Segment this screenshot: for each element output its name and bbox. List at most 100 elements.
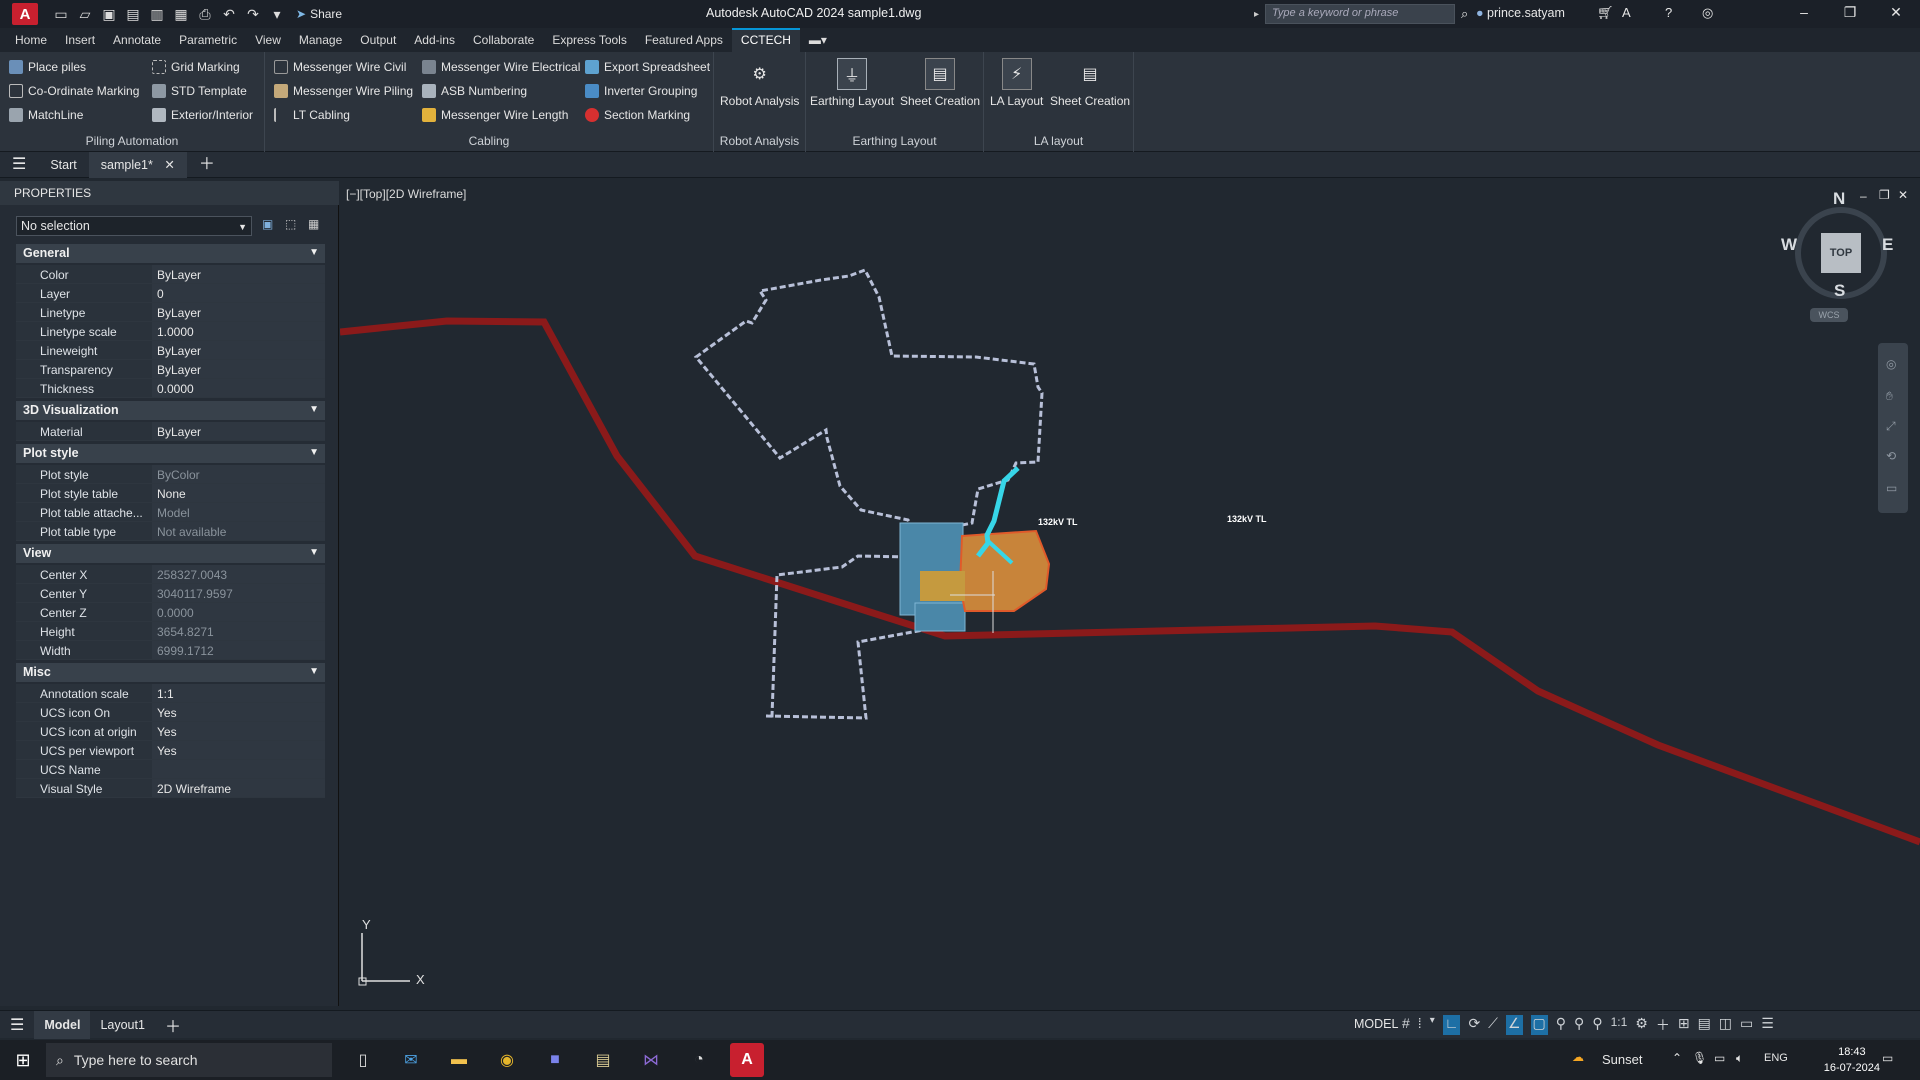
matchline-button[interactable]: MatchLine [9, 108, 83, 122]
tab-collaborate[interactable]: Collaborate [464, 28, 543, 52]
save-web-icon[interactable]: ▦ [172, 5, 190, 23]
prop-value[interactable]: 2D Wireframe [152, 779, 325, 797]
prop-value[interactable]: 0.0000 [152, 379, 325, 397]
compass-south[interactable]: S [1834, 281, 1845, 301]
isolate-objects-icon[interactable]: ◫ [1719, 1015, 1732, 1035]
prop-row[interactable]: Lineweight ByLayer [16, 341, 325, 360]
mail-icon[interactable]: ✉ [394, 1043, 428, 1077]
tab-home[interactable]: Home [6, 28, 56, 52]
prop-row[interactable]: Visual Style 2D Wireframe [16, 779, 325, 798]
redo-icon[interactable]: ↷ [244, 5, 262, 23]
prop-row[interactable]: Width 6999.1712 [16, 641, 325, 660]
messenger-wire-length-button[interactable]: Messenger Wire Length [422, 108, 568, 122]
tray-chevron-icon[interactable]: ⌃ [1672, 1051, 1682, 1065]
prop-value[interactable] [152, 760, 325, 778]
lt-cabling-button[interactable]: LT Cabling [274, 108, 350, 122]
grid-marking-button[interactable]: Grid Marking [152, 60, 240, 74]
notifications-icon[interactable]: ▭ [1882, 1051, 1893, 1065]
asb-numbering-button[interactable]: ASB Numbering [422, 84, 527, 98]
app-clock-icon[interactable]: ◔ [682, 1043, 716, 1077]
orbit-icon[interactable]: ⟲ [1886, 449, 1896, 463]
selection-dropdown[interactable]: No selection ▼ [16, 216, 252, 236]
prop-value[interactable]: Yes [152, 741, 325, 759]
steering-wheel-icon[interactable]: ◎ [1886, 357, 1896, 371]
prop-value[interactable]: 1.0000 [152, 322, 325, 340]
annotation-monitor-icon[interactable]: ＋ [1656, 1015, 1670, 1035]
windows-start-icon[interactable]: ⊞ [0, 1040, 46, 1080]
prop-row[interactable]: Layer 0 [16, 284, 325, 303]
search-icon[interactable]: ⌕ [1461, 6, 1468, 22]
viewcube-top-face[interactable]: TOP [1821, 233, 1861, 273]
messenger-wire-electrical-button[interactable]: Messenger Wire Electrical [422, 60, 580, 74]
customize-icon[interactable]: ▾ [268, 5, 286, 23]
volume-icon[interactable]: 🔈︎ [1736, 1051, 1743, 1066]
chrome-icon[interactable]: ◉ [490, 1043, 524, 1077]
inverter-grouping-button[interactable]: Inverter Grouping [585, 84, 697, 98]
zoom-extents-icon[interactable]: ⤢ [1886, 419, 1896, 434]
prop-row[interactable]: Plot style table None [16, 484, 325, 503]
prop-value[interactable]: 258327.0043 [152, 565, 325, 583]
menu-icon[interactable]: ☰ [0, 152, 38, 178]
tab-layout1[interactable]: Layout1 [90, 1018, 154, 1032]
share-button[interactable]: ➤ Share [296, 7, 342, 21]
prop-value[interactable]: Not available [152, 522, 325, 540]
clock[interactable]: 18:43 16-07-2024 [1824, 1044, 1880, 1076]
prop-value[interactable]: 3654.8271 [152, 622, 325, 640]
prop-value[interactable]: ByLayer [152, 303, 325, 321]
tab-add-ins[interactable]: Add-ins [405, 28, 464, 52]
tab-annotate[interactable]: Annotate [104, 28, 170, 52]
collapse-icon[interactable]: ▼ [309, 547, 319, 558]
coordinate-marking-button[interactable]: Co-Ordinate Marking [9, 84, 139, 98]
export-spreadsheet-button[interactable]: Export Spreadsheet [585, 60, 710, 74]
prop-row[interactable]: Plot table type Not available [16, 522, 325, 541]
prop-value[interactable]: 1:1 [152, 684, 325, 702]
language-label[interactable]: ENG [1764, 1052, 1788, 1064]
collapse-icon[interactable]: ▼ [309, 666, 319, 677]
prop-value[interactable]: 0.0000 [152, 603, 325, 621]
compass-east[interactable]: E [1882, 235, 1893, 255]
prop-section-viz[interactable]: 3D Visualization ▼ [16, 401, 325, 420]
plot-icon[interactable]: ⎙ [196, 5, 214, 23]
prop-section-view[interactable]: View ▼ [16, 544, 325, 563]
place-piles-button[interactable]: Place piles [9, 60, 86, 74]
prop-value[interactable]: ByLayer [152, 341, 325, 359]
tab-express-tools[interactable]: Express Tools [543, 28, 635, 52]
weather-icon[interactable]: ☁ [1572, 1050, 1584, 1064]
tab-insert[interactable]: Insert [56, 28, 104, 52]
weather-label[interactable]: Sunset [1602, 1052, 1642, 1067]
prop-row[interactable]: UCS per viewport Yes [16, 741, 325, 760]
prop-row[interactable]: Height 3654.8271 [16, 622, 325, 641]
user-account[interactable]: ● prince.satyam [1476, 6, 1565, 20]
cart-icon[interactable]: 🛒︎ [1597, 5, 1614, 21]
network-icon[interactable]: ▭ [1714, 1051, 1725, 1065]
auto-scale-icon[interactable]: ⚲ [1574, 1015, 1584, 1035]
collapse-icon[interactable]: ▼ [309, 447, 319, 458]
prop-row[interactable]: Plot table attache... Model [16, 503, 325, 522]
viewcube[interactable]: N S W E TOP [1781, 189, 1901, 309]
prop-row[interactable]: Linetype scale 1.0000 [16, 322, 325, 341]
taskbar-search[interactable]: ⌕ Type here to search [46, 1043, 332, 1077]
prop-value[interactable]: 3040117.9597 [152, 584, 325, 602]
collapse-icon[interactable]: ▼ [309, 404, 319, 415]
earthing-sheet-creation-button[interactable]: ▤ Sheet Creation [900, 58, 980, 108]
model-space-button[interactable]: MODEL [1350, 1015, 1402, 1033]
file-explorer-icon[interactable]: ▬ [442, 1043, 476, 1077]
wcs-menu[interactable]: WCS [1810, 308, 1848, 322]
autocad-logo-icon[interactable]: A [12, 3, 38, 25]
object-snap-icon[interactable]: ▢ [1530, 1015, 1548, 1035]
prop-row[interactable]: Material ByLayer [16, 422, 325, 441]
workspace-gear-icon[interactable]: ⚙ [1635, 1015, 1648, 1035]
expand-icon[interactable]: ▸ [1254, 9, 1259, 20]
minimize-icon[interactable]: – [1794, 4, 1814, 24]
drawing-canvas[interactable]: [−][Top][2D Wireframe] – ❐ ✕ 132kV TL 13… [340, 181, 1920, 1006]
units-icon[interactable]: ⊞ [1678, 1015, 1690, 1035]
section-marking-button[interactable]: Section Marking [585, 108, 690, 122]
prop-value[interactable]: ByLayer [152, 265, 325, 283]
prop-section-general[interactable]: General ▼ [16, 244, 325, 263]
prop-row[interactable]: Center Z 0.0000 [16, 603, 325, 622]
showmotion-icon[interactable]: ▭ [1886, 481, 1897, 495]
file-tab-sample1[interactable]: sample1* ✕ [88, 151, 187, 178]
tab-output[interactable]: Output [351, 28, 405, 52]
select-objects-icon[interactable]: ⬚ [285, 217, 296, 231]
autocad-taskbar-icon[interactable]: A [730, 1043, 764, 1077]
